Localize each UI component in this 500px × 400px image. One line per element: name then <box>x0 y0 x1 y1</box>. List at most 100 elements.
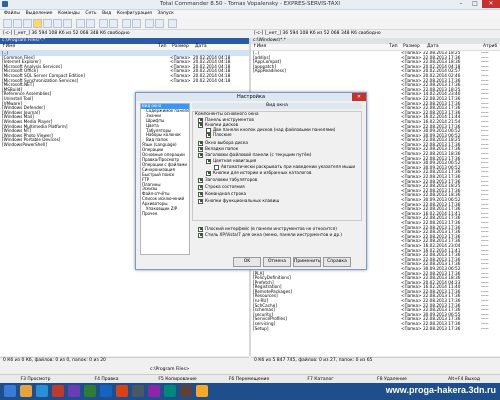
checkbox-icon[interactable] <box>198 177 203 183</box>
option-checkbox[interactable]: Плоский интерфейс (в панели инструментов… <box>198 226 337 232</box>
app-icon-3[interactable] <box>84 385 96 397</box>
app-icon-5[interactable] <box>116 385 128 397</box>
alt-f4-exit-button[interactable]: Alt+F4 Выход <box>428 376 500 383</box>
right-col-date[interactable]: Дата <box>427 44 439 49</box>
checkbox-icon[interactable] <box>198 146 203 152</box>
right-col-attr[interactable]: Атриб <box>483 44 497 49</box>
app-icon-8[interactable] <box>164 385 176 397</box>
right-column-header: ↑Имя Тип Размер Дата Атриб <box>251 44 500 51</box>
settings-tree[interactable]: Вид окна Содержимое панелей Значки Шрифты Цв… <box>140 103 190 255</box>
left-drive-info[interactable]: [-c-] [_нет_] 36 594 108 Кб из 52 068 34… <box>3 31 130 36</box>
left-column-header: ↑Имя Тип Размер Дата <box>0 44 249 51</box>
app-icon-9[interactable] <box>180 385 192 397</box>
view-full-icon[interactable] <box>23 19 32 28</box>
f6-move-button[interactable]: F6 Перемещение <box>213 376 285 383</box>
f5-copy-button[interactable]: F5 Копирование <box>142 376 213 383</box>
apply-button[interactable]: Применить <box>293 257 321 267</box>
watermark: www.proga-hakera.3dn.ru <box>385 385 496 395</box>
checkbox-icon[interactable] <box>206 158 211 164</box>
option-checkbox[interactable]: Кнопки для истории и избранных каталогов <box>206 170 311 176</box>
tree-icon[interactable] <box>33 19 42 28</box>
unpack-icon[interactable] <box>109 19 118 28</box>
help-button[interactable]: Справка <box>323 257 351 267</box>
menu-selection[interactable]: Выделение <box>26 11 53 16</box>
f3-view-button[interactable]: F3 Просмотр <box>0 376 71 383</box>
app-icon-4[interactable] <box>100 385 112 397</box>
right-col-type[interactable]: Тип <box>389 44 398 49</box>
option-checkbox[interactable]: Заголовки табуляторов <box>198 177 257 183</box>
checkbox-icon[interactable] <box>206 132 211 138</box>
cancel-button[interactable]: Отмена <box>263 257 291 267</box>
thumbnails-icon[interactable] <box>43 19 52 28</box>
right-col-size[interactable]: Размер <box>403 44 420 49</box>
close-button[interactable]: ✕ <box>482 0 500 8</box>
sort-icon[interactable] <box>53 19 62 28</box>
option-checkbox[interactable]: Кнопки функциональных клавиш <box>198 198 279 204</box>
menu-commands[interactable]: Команды <box>58 11 80 16</box>
option-label: Заголовки файловой панели (с текущим пут… <box>205 152 312 157</box>
checkbox-icon[interactable] <box>198 232 203 238</box>
left-col-size[interactable]: Размер <box>172 44 189 49</box>
checkbox-icon[interactable] <box>198 184 203 190</box>
option-checkbox[interactable]: Строка состояния <box>198 184 245 190</box>
app-icon-2[interactable] <box>68 385 80 397</box>
view-brief-icon[interactable] <box>13 19 22 28</box>
ftp-disconnect-icon[interactable] <box>155 19 164 28</box>
checkbox-icon[interactable] <box>214 164 219 170</box>
right-col-name[interactable]: ↑Имя <box>253 44 266 49</box>
back-icon[interactable] <box>76 19 85 28</box>
f4-edit-button[interactable]: F4 Правка <box>71 376 142 383</box>
right-drive-info[interactable]: [-c-] [_нет_] 36 594 108 Кб из 52 068 34… <box>254 31 381 36</box>
option-checkbox[interactable]: Плоские <box>206 132 232 138</box>
find-icon[interactable] <box>122 19 131 28</box>
option-checkbox[interactable]: Стиль XP/Vista/7 для окна (меню, панели … <box>198 232 342 238</box>
menu-network[interactable]: Сеть <box>85 11 96 16</box>
ok-button[interactable]: OK <box>233 257 261 267</box>
explorer-icon[interactable] <box>20 385 32 397</box>
app-icon-1[interactable] <box>52 385 64 397</box>
left-col-date[interactable]: Дата <box>195 44 207 49</box>
option-checkbox[interactable]: Командная строка <box>198 191 246 197</box>
command-line[interactable]: c:\Program Files> <box>0 367 500 374</box>
option-checkbox[interactable]: Вкладки папок <box>198 146 238 152</box>
table-row[interactable]: [Setup] <Папка> 22.08.2013 17:36 ----- <box>251 326 500 332</box>
checkbox-icon[interactable] <box>198 191 203 197</box>
left-col-type[interactable]: Тип <box>158 44 167 49</box>
app-icon-7[interactable] <box>148 385 160 397</box>
left-col-name[interactable]: ↑Имя <box>2 44 15 49</box>
menu-files[interactable]: Файлы <box>4 11 20 16</box>
checkbox-icon[interactable] <box>198 140 203 146</box>
forward-icon[interactable] <box>86 19 95 28</box>
settings-tree-item[interactable]: Прочее <box>141 211 189 217</box>
minimize-button[interactable]: – <box>454 0 468 8</box>
ie-icon[interactable] <box>36 385 48 397</box>
ftp-icon[interactable] <box>145 19 154 28</box>
total-commander-icon[interactable] <box>196 385 208 397</box>
option-checkbox[interactable]: Цветная навигация <box>206 158 256 164</box>
toolbar <box>0 17 500 30</box>
pack-icon[interactable] <box>99 19 108 28</box>
app-icon-6[interactable] <box>132 385 144 397</box>
maximize-button[interactable]: □ <box>468 0 482 8</box>
left-path: c:\Program Files\*.* <box>2 38 46 43</box>
option-checkbox[interactable]: Заголовки файловой панели (с текущим пут… <box>198 152 311 158</box>
checkbox-icon[interactable] <box>198 198 203 204</box>
checkbox-icon[interactable] <box>206 170 211 176</box>
option-checkbox[interactable]: Окно выбора диска <box>198 140 248 146</box>
refresh-icon[interactable] <box>3 19 12 28</box>
invert-icon[interactable] <box>63 19 72 28</box>
rename-icon[interactable] <box>132 19 141 28</box>
dialog-close-button[interactable]: ✕ <box>352 93 366 101</box>
f8-delete-button[interactable]: F8 Удаление <box>356 376 428 383</box>
notepad-icon[interactable] <box>168 19 177 28</box>
option-label: Строка состояния <box>205 184 245 189</box>
checkbox-icon[interactable] <box>198 122 203 128</box>
menu-configuration[interactable]: Конфигурация <box>117 11 152 16</box>
menu-view[interactable]: Вид <box>102 11 111 16</box>
checkbox-icon[interactable] <box>198 152 203 158</box>
start-icon[interactable] <box>4 385 16 397</box>
f7-mkdir-button[interactable]: F7 Каталог <box>285 376 356 383</box>
checkbox-icon[interactable] <box>198 226 203 232</box>
option-checkbox[interactable]: Автоматически раскрывать при наведении у… <box>214 164 355 170</box>
menu-start[interactable]: Запуск <box>157 11 173 16</box>
